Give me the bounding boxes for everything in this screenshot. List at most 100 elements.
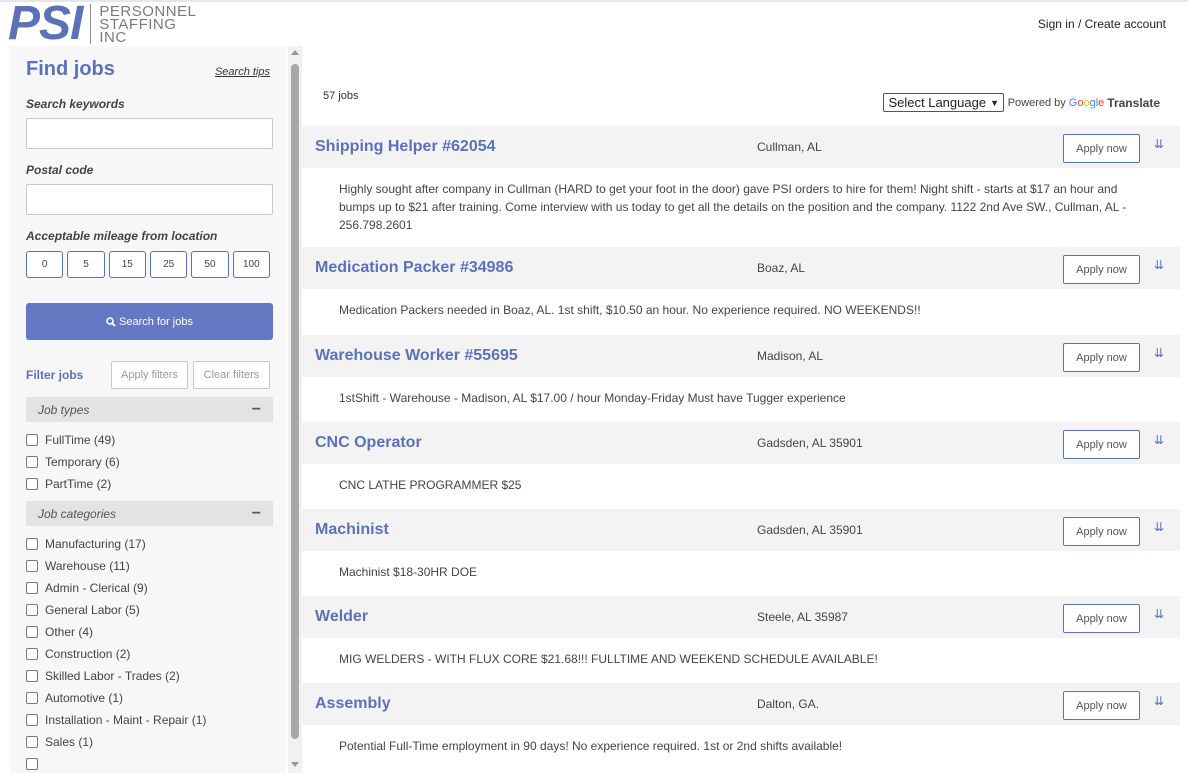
job-description: Machinist $18-30HR DOE (339, 565, 478, 579)
psi-logo[interactable]: PSI PERSONNEL STAFFING INC (8, 0, 196, 50)
job-title-link[interactable]: Welder (315, 608, 368, 626)
job-description: Highly sought after company in Cullman (… (339, 182, 1127, 232)
checkbox[interactable] (26, 456, 38, 468)
checkbox[interactable] (26, 648, 38, 660)
collapse-minus-icon[interactable]: − (252, 505, 261, 523)
job-category-item[interactable]: Sales (1) (26, 731, 270, 753)
mileage-5-button[interactable]: 5 (67, 251, 105, 278)
language-select[interactable]: Select Language ▼ (883, 93, 1004, 112)
job-categories-list: Manufacturing (17) Warehouse (11) Admin … (26, 533, 270, 773)
checkbox[interactable] (26, 560, 38, 572)
job-description: 1stShift - Warehouse - Madison, AL $17.0… (339, 391, 846, 405)
postal-input[interactable] (26, 184, 273, 215)
expand-chevron-icon[interactable]: ⇊ (1154, 346, 1164, 360)
search-icon (106, 316, 116, 327)
job-category-item[interactable]: Automotive (1) (26, 687, 270, 709)
expand-chevron-icon[interactable]: ⇊ (1154, 433, 1164, 447)
job-title-link[interactable]: CNC Operator (315, 434, 422, 452)
job-type-item[interactable]: Temporary (6) (26, 451, 270, 473)
logo-mark: PSI (8, 0, 83, 50)
job-category-item[interactable] (26, 753, 270, 773)
mileage-25-button[interactable]: 25 (149, 251, 188, 278)
job-header: Shipping Helper #62054 Cullman, AL Apply… (302, 126, 1180, 168)
job-category-item[interactable]: Construction (2) (26, 643, 270, 665)
job-title-link[interactable]: Shipping Helper #62054 (315, 138, 496, 156)
job-title-link[interactable]: Warehouse Worker #55695 (315, 347, 518, 365)
collapse-minus-icon[interactable]: − (252, 401, 261, 419)
checkbox[interactable] (26, 670, 38, 682)
job-type-label: FullTime (49) (45, 433, 116, 447)
apply-now-button[interactable]: Apply now (1063, 255, 1140, 284)
apply-now-button[interactable]: Apply now (1063, 134, 1140, 163)
checkbox[interactable] (26, 582, 38, 594)
expand-chevron-icon[interactable]: ⇊ (1154, 258, 1164, 272)
apply-now-button[interactable]: Apply now (1063, 343, 1140, 372)
signin-link[interactable]: Sign in / Create account (1038, 17, 1166, 31)
apply-now-button[interactable]: Apply now (1063, 691, 1140, 720)
checkbox[interactable] (26, 434, 38, 446)
translate-link[interactable]: Translate (1107, 96, 1160, 110)
job-title-link[interactable]: Machinist (315, 521, 389, 539)
scrollbar-thumb[interactable] (291, 64, 299, 739)
job-type-item[interactable]: PartTime (2) (26, 473, 270, 495)
apply-now-button[interactable]: Apply now (1063, 430, 1140, 459)
sidebar-scrollbar[interactable] (288, 46, 302, 773)
job-type-label: Temporary (6) (45, 455, 120, 469)
mileage-0-button[interactable]: 0 (26, 251, 64, 278)
job-location: Gadsden, AL 35901 (757, 523, 863, 537)
scroll-down-arrow-icon[interactable] (291, 762, 299, 767)
mileage-50-button[interactable]: 50 (191, 251, 229, 278)
job-title-link[interactable]: Assembly (315, 695, 391, 713)
logo-wordmark: PERSONNEL STAFFING INC (99, 4, 196, 45)
clear-filters-button[interactable]: Clear filters (192, 361, 271, 389)
mileage-15-button[interactable]: 15 (108, 251, 146, 278)
language-select-value: Select Language (888, 95, 987, 110)
mileage-100-button[interactable]: 100 (232, 251, 270, 278)
checkbox[interactable] (26, 626, 38, 638)
job-location: Steele, AL 35987 (757, 610, 848, 624)
job-category-label: Sales (1) (45, 735, 94, 749)
job-description: MIG WELDERS - WITH FLUX CORE $21.68!!! F… (339, 652, 878, 666)
chevron-down-icon: ▼ (990, 97, 999, 108)
job-category-item[interactable]: Other (4) (26, 621, 270, 643)
expand-chevron-icon[interactable]: ⇊ (1154, 694, 1164, 708)
job-category-item[interactable]: Manufacturing (17) (26, 533, 270, 555)
checkbox[interactable] (26, 692, 38, 704)
job-type-label: PartTime (2) (45, 477, 112, 491)
job-categories-section-header[interactable]: Job categories − (26, 501, 273, 526)
checkbox[interactable] (26, 714, 38, 726)
job-type-item[interactable]: FullTime (49) (26, 429, 270, 451)
expand-chevron-icon[interactable]: ⇊ (1154, 520, 1164, 534)
job-location: Boaz, AL (757, 261, 806, 275)
job-description: Medication Packers needed in Boaz, AL. 1… (339, 303, 921, 317)
checkbox[interactable] (26, 736, 38, 748)
job-types-section-header[interactable]: Job types − (26, 397, 273, 422)
search-jobs-button[interactable]: Search for jobs (26, 303, 273, 340)
job-category-item[interactable]: Warehouse (11) (26, 555, 270, 577)
checkbox[interactable] (26, 604, 38, 616)
search-tips-link[interactable]: Search tips (215, 66, 270, 78)
checkbox[interactable] (26, 478, 38, 490)
job-types-label: Job types (38, 402, 90, 417)
keywords-input[interactable] (26, 118, 273, 149)
job-results: 57 jobs Select Language ▼ Powered by Goo… (302, 46, 1180, 773)
job-card: Assembly Dalton, GA. Apply now ⇊ Potenti… (302, 683, 1180, 770)
search-jobs-label: Search for jobs (119, 315, 193, 328)
job-category-item[interactable]: Admin - Clerical (9) (26, 577, 270, 599)
apply-now-button[interactable]: Apply now (1063, 604, 1140, 633)
job-card: Shipping Helper #62054 Cullman, AL Apply… (302, 126, 1180, 247)
apply-now-button[interactable]: Apply now (1063, 517, 1140, 546)
job-category-item[interactable]: Installation - Maint - Repair (1) (26, 709, 270, 731)
scroll-up-arrow-icon[interactable] (291, 50, 299, 55)
job-title-link[interactable]: Medication Packer #34986 (315, 259, 513, 277)
checkbox[interactable] (26, 538, 38, 550)
filter-row: Filter jobs Apply filters Clear filters (26, 361, 271, 389)
expand-chevron-icon[interactable]: ⇊ (1154, 137, 1164, 151)
job-category-item[interactable]: Skilled Labor - Trades (2) (26, 665, 270, 687)
apply-filters-button[interactable]: Apply filters (110, 361, 188, 389)
expand-chevron-icon[interactable]: ⇊ (1154, 607, 1164, 621)
powered-by-label: Powered by (1007, 97, 1066, 109)
checkbox[interactable] (26, 758, 38, 770)
job-category-label: Skilled Labor - Trades (2) (45, 669, 180, 683)
job-category-item[interactable]: General Labor (5) (26, 599, 270, 621)
